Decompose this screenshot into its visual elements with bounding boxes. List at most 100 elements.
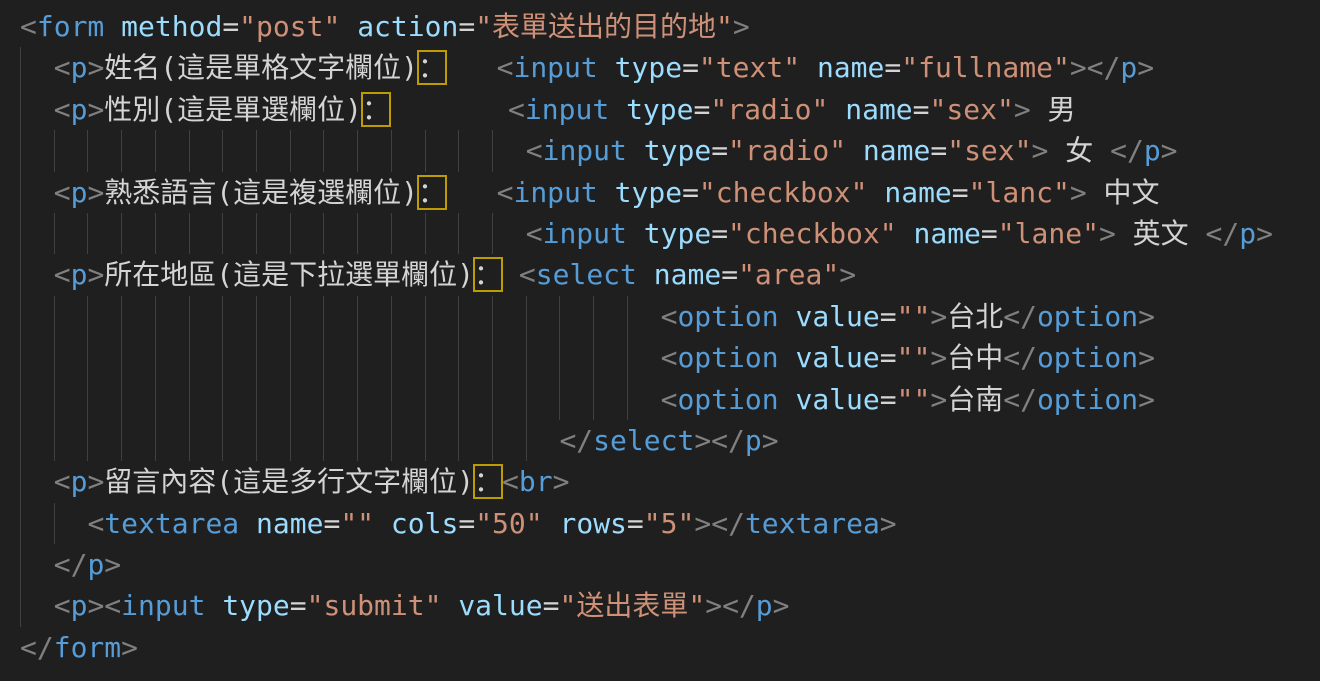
indent-guide bbox=[425, 379, 426, 420]
punctuation-token: > bbox=[1070, 176, 1087, 209]
code-line[interactable]: </select></p> bbox=[20, 420, 1320, 461]
punctuation-token: > bbox=[880, 507, 897, 540]
punctuation-token: > bbox=[1256, 217, 1273, 250]
string-token: "送出表單" bbox=[559, 589, 705, 622]
indent-guide bbox=[593, 379, 594, 420]
tag-name-token: option bbox=[1037, 300, 1138, 333]
tag-name-token: input bbox=[543, 134, 627, 167]
text-token: 熟悉語言(這是複選欄位) bbox=[104, 176, 418, 209]
punctuation-token: > bbox=[87, 465, 104, 498]
attribute-name-token: name bbox=[845, 93, 912, 126]
unicode-highlighted-colon: ： bbox=[474, 465, 502, 498]
string-token: "sex" bbox=[947, 134, 1031, 167]
tag-name-token: p bbox=[756, 589, 773, 622]
indent-guide bbox=[256, 130, 257, 171]
tag-name-token: textarea bbox=[745, 507, 880, 540]
indent-guide bbox=[627, 296, 628, 337]
punctuation-token: > bbox=[762, 424, 779, 457]
code-line[interactable]: <input type="checkbox" name="lane"> 英文 <… bbox=[20, 213, 1320, 254]
indent-guide bbox=[492, 420, 493, 461]
punctuation-token: > bbox=[839, 258, 856, 291]
punctuation-token: < bbox=[54, 258, 71, 291]
punctuation-token: > bbox=[1070, 51, 1087, 84]
text-token: 姓名(這是單格文字欄位) bbox=[104, 51, 418, 84]
operator-token: = bbox=[913, 93, 930, 126]
indent-guide bbox=[627, 379, 628, 420]
punctuation-token: > bbox=[1161, 134, 1178, 167]
indent-guide bbox=[54, 379, 55, 420]
code-line[interactable]: <p>所在地區(這是下拉選單欄位)： <select name="area"> bbox=[20, 254, 1320, 295]
indent-guide bbox=[189, 379, 190, 420]
punctuation-token: < bbox=[497, 176, 514, 209]
operator-token: = bbox=[880, 383, 897, 416]
code-line[interactable]: <p><input type="submit" value="送出表單"></p… bbox=[20, 585, 1320, 626]
code-line[interactable]: <textarea name="" cols="50" rows="5"></t… bbox=[20, 503, 1320, 544]
indent-guide bbox=[256, 420, 257, 461]
operator-token: = bbox=[952, 176, 969, 209]
attribute-name-token: type bbox=[644, 134, 711, 167]
code-line[interactable]: <option value="">台北</option> bbox=[20, 296, 1320, 337]
punctuation-token: < bbox=[661, 341, 678, 374]
whitespace-token bbox=[543, 507, 560, 540]
code-line[interactable]: <p>性別(這是單選欄位)： <input type="radio" name=… bbox=[20, 89, 1320, 130]
code-line[interactable]: <option value="">台中</option> bbox=[20, 337, 1320, 378]
tag-name-token: input bbox=[513, 176, 597, 209]
indent-guide bbox=[20, 130, 21, 171]
indent-guide bbox=[87, 130, 88, 171]
punctuation-token: </ bbox=[559, 424, 593, 457]
tag-name-token: input bbox=[543, 217, 627, 250]
punctuation-token: < bbox=[54, 51, 71, 84]
indent-guide bbox=[189, 337, 190, 378]
attribute-name-token: type bbox=[222, 589, 289, 622]
indent-guide bbox=[593, 296, 594, 337]
code-line[interactable]: <p>姓名(這是單格文字欄位)： <input type="text" name… bbox=[20, 47, 1320, 88]
text-token: 女 bbox=[1048, 134, 1110, 167]
indent-guide bbox=[54, 503, 55, 544]
punctuation-token: > bbox=[773, 589, 790, 622]
indent-guide bbox=[290, 130, 291, 171]
tag-name-token: p bbox=[1144, 134, 1161, 167]
text-token: 留言內容(這是多行文字欄位) bbox=[104, 465, 474, 498]
operator-token: = bbox=[682, 176, 699, 209]
code-editor[interactable]: <form method="post" action="表單送出的目的地"> <… bbox=[0, 0, 1320, 681]
code-line[interactable]: <option value="">台南</option> bbox=[20, 379, 1320, 420]
attribute-name-token: name bbox=[654, 258, 721, 291]
indent-guide bbox=[458, 420, 459, 461]
indent-guide bbox=[54, 130, 55, 171]
indent-guide bbox=[425, 130, 426, 171]
indent-guide bbox=[593, 337, 594, 378]
punctuation-token: < bbox=[526, 217, 543, 250]
code-line[interactable]: <input type="radio" name="sex"> 女 </p> bbox=[20, 130, 1320, 171]
punctuation-token: > bbox=[1138, 341, 1155, 374]
attribute-name-token: method bbox=[121, 10, 222, 43]
punctuation-token: > bbox=[1014, 93, 1031, 126]
string-token: "" bbox=[897, 383, 931, 416]
code-line[interactable]: <p>熟悉語言(這是複選欄位)： <input type="checkbox" … bbox=[20, 172, 1320, 213]
punctuation-token: > bbox=[1137, 51, 1154, 84]
code-line[interactable]: </form> bbox=[20, 627, 1320, 668]
indent-guide bbox=[189, 213, 190, 254]
punctuation-token: < bbox=[519, 258, 536, 291]
indent-guide bbox=[155, 213, 156, 254]
whitespace-token bbox=[20, 548, 54, 581]
code-line[interactable]: <p>留言內容(這是多行文字欄位)：<br> bbox=[20, 461, 1320, 502]
string-token: "text" bbox=[699, 51, 800, 84]
attribute-name-token: value bbox=[795, 383, 879, 416]
operator-token: = bbox=[222, 10, 239, 43]
indent-guide bbox=[121, 130, 122, 171]
indent-guide bbox=[526, 296, 527, 337]
whitespace-token bbox=[627, 134, 644, 167]
indent-guide bbox=[458, 213, 459, 254]
string-token: "post" bbox=[239, 10, 340, 43]
whitespace-token bbox=[20, 93, 54, 126]
text-token: 台中 bbox=[947, 341, 1003, 374]
indent-guide bbox=[20, 420, 21, 461]
indent-guide bbox=[222, 296, 223, 337]
indent-guide bbox=[20, 213, 21, 254]
indent-guide bbox=[121, 420, 122, 461]
code-line[interactable]: </p> bbox=[20, 544, 1320, 585]
punctuation-token: </ bbox=[1003, 383, 1037, 416]
punctuation-token: < bbox=[502, 465, 519, 498]
code-line[interactable]: <form method="post" action="表單送出的目的地"> bbox=[20, 6, 1320, 47]
indent-guide bbox=[222, 337, 223, 378]
